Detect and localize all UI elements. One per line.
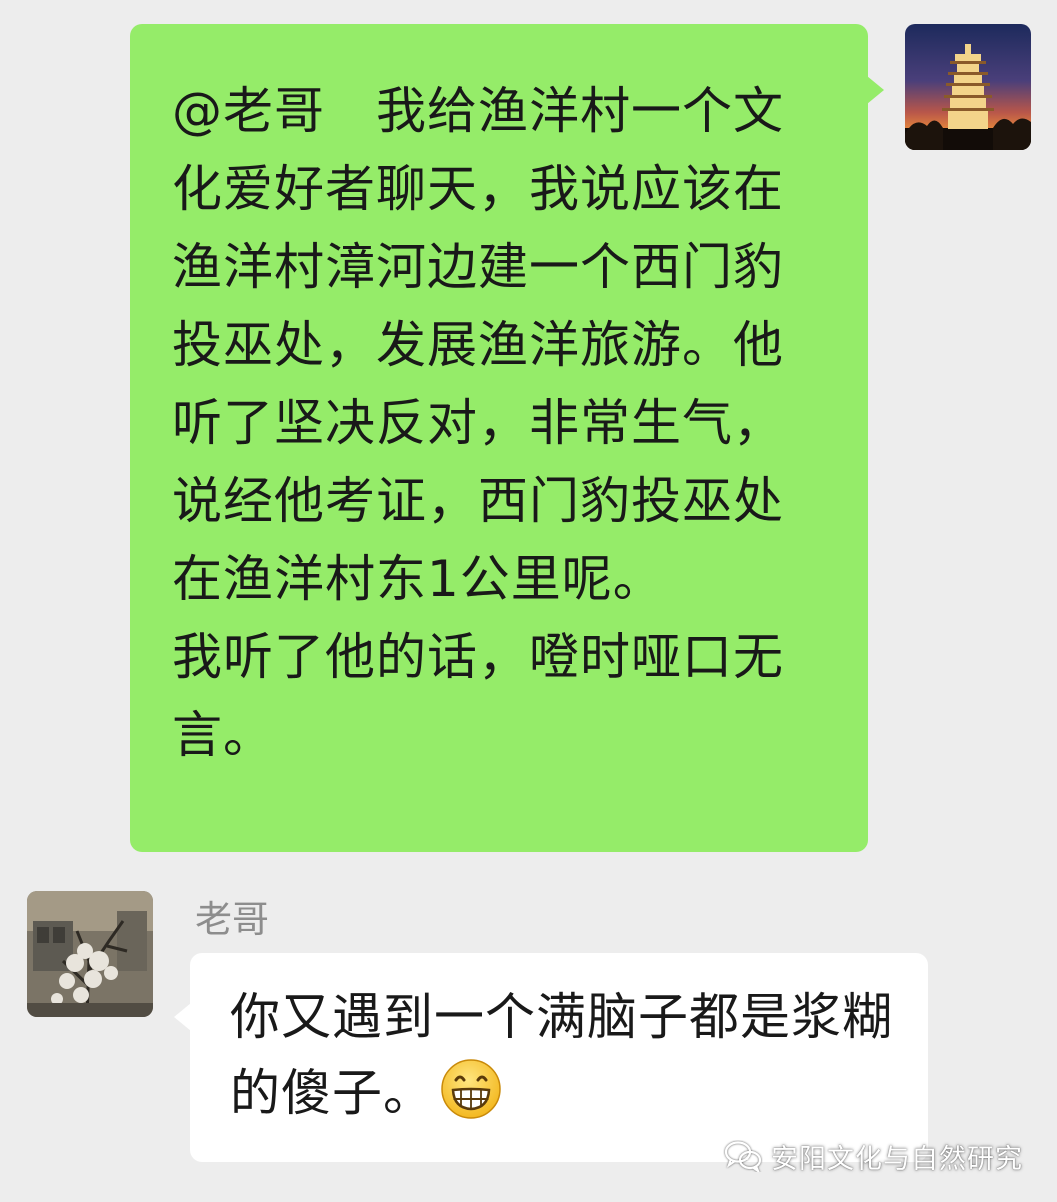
incoming-message-text: 你又遇到一个满脑子都是浆糊的傻子。	[230, 988, 893, 1122]
watermark-text: 安阳文化与自然研究	[771, 1143, 1023, 1175]
my-avatar[interactable]	[905, 24, 1031, 150]
outgoing-message-bubble[interactable]: @老哥 我给渔洋村一个文化爱好者聊天，我说应该在渔洋村漳河边建一个西门豹投巫处，…	[130, 24, 884, 852]
watermark: 安阳文化与自然研究	[723, 1138, 1023, 1175]
incoming-message-text-block: 你又遇到一个满脑子都是浆糊的傻子。	[230, 979, 898, 1131]
grin-emoji-icon	[440, 1058, 502, 1120]
sender-name: 老哥	[195, 898, 269, 941]
snowy-tree-avatar-icon	[27, 891, 153, 1017]
sender-avatar[interactable]	[27, 891, 153, 1017]
pagoda-sunset-avatar-icon	[905, 24, 1031, 150]
wechat-icon	[723, 1140, 763, 1175]
outgoing-message-text: @老哥 我给渔洋村一个文化爱好者聊天，我说应该在渔洋村漳河边建一个西门豹投巫处，…	[172, 82, 784, 764]
incoming-message-bubble[interactable]: 你又遇到一个满脑子都是浆糊的傻子。	[174, 953, 928, 1162]
